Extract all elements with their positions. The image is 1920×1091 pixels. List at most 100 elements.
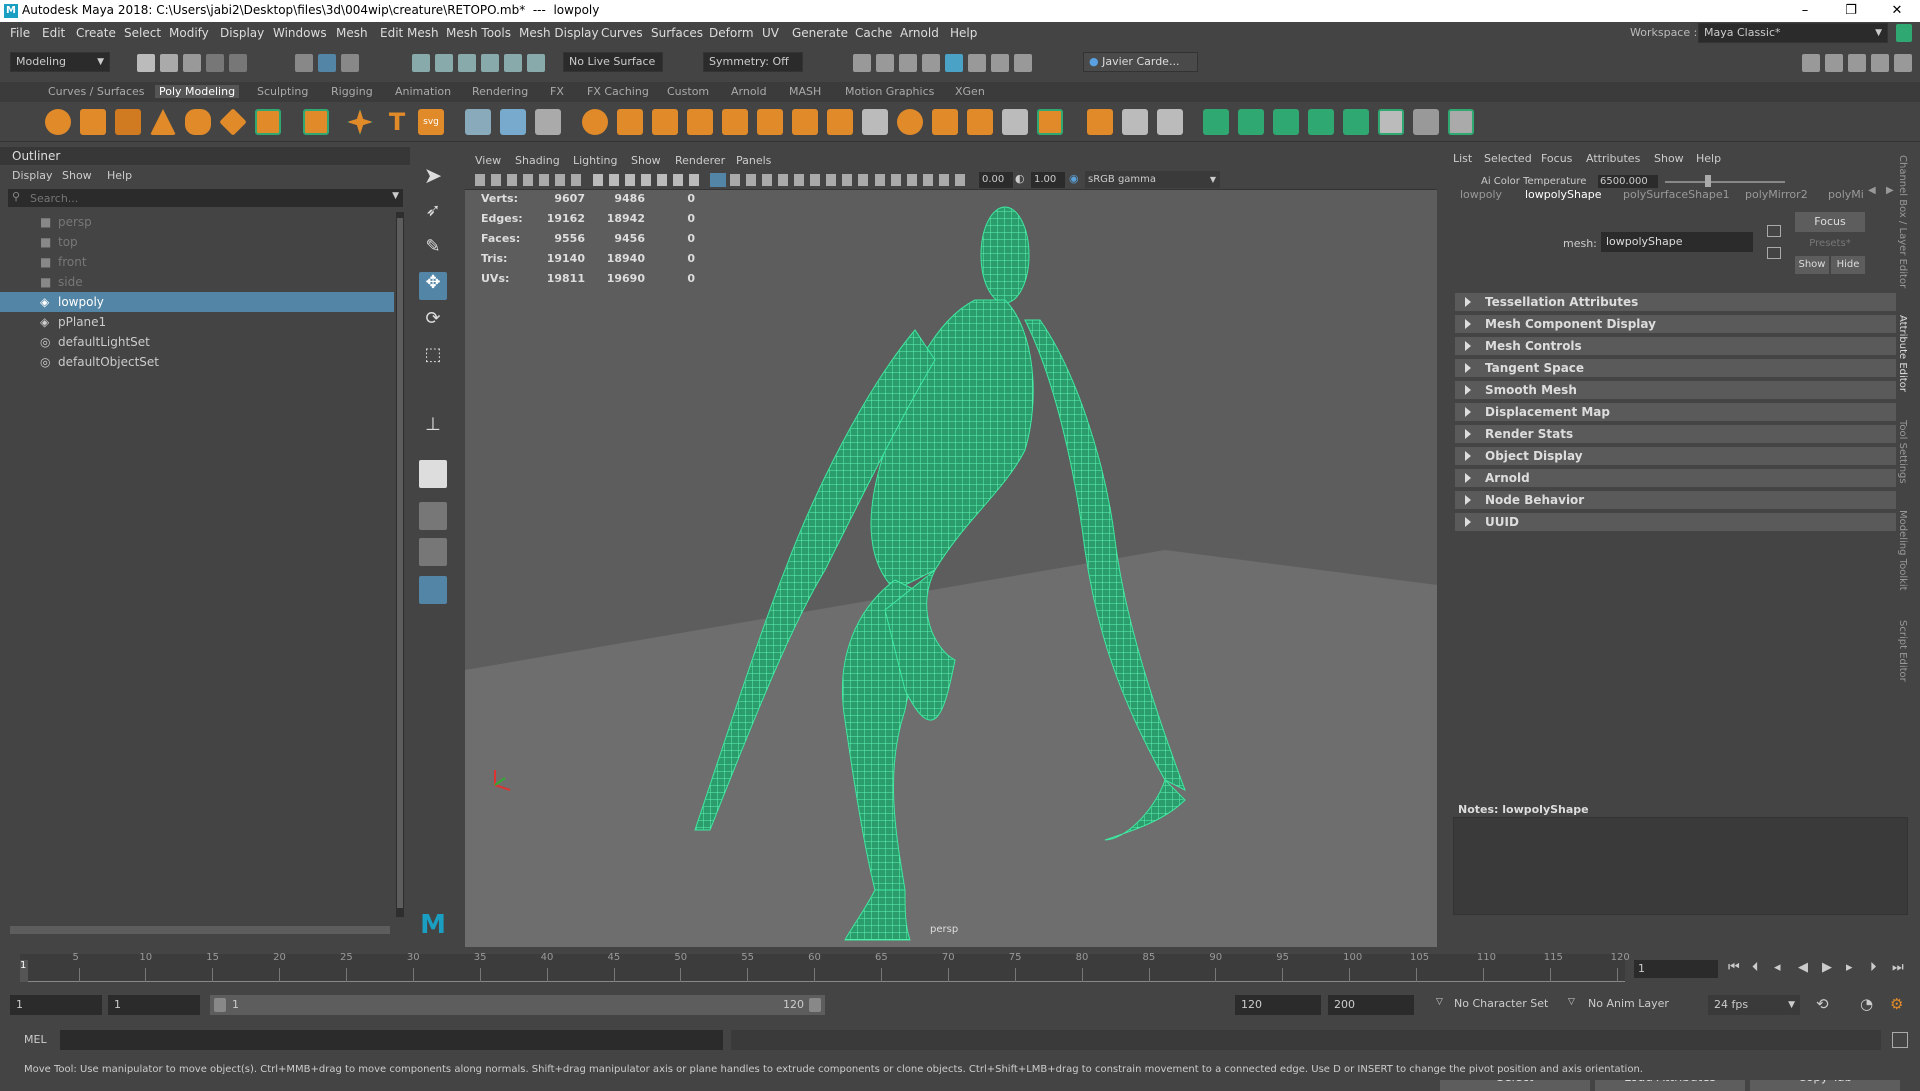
persp-outliner-layout-icon[interactable] (419, 538, 447, 566)
node-tab-polymi[interactable]: polyMi (1828, 188, 1864, 201)
mesh-name-field[interactable]: lowpolyShape (1601, 232, 1753, 252)
snap-grid-icon[interactable] (412, 54, 430, 72)
channel-box-toggle-icon[interactable] (1894, 54, 1912, 72)
bevel-icon[interactable] (687, 109, 713, 135)
menu-edit-mesh[interactable]: Edit Mesh (380, 26, 439, 40)
lock-icon[interactable] (1896, 24, 1912, 42)
notes-textarea[interactable] (1453, 817, 1908, 915)
hypershade-icon[interactable] (945, 54, 963, 72)
viewport-menu-lighting[interactable]: Lighting (573, 154, 617, 167)
redo-icon[interactable] (229, 54, 247, 72)
current-time-marker[interactable]: 1 (20, 960, 28, 982)
playback-start-field[interactable]: 1 (108, 995, 200, 1015)
uv-editor-icon[interactable] (1378, 109, 1404, 135)
menu-arnold[interactable]: Arnold (900, 26, 939, 40)
menu-select[interactable]: Select (124, 26, 161, 40)
ai-color-temp-slider[interactable] (1665, 181, 1785, 183)
section-tessellation[interactable]: Tessellation Attributes (1455, 293, 1896, 311)
persp-graph-layout-icon[interactable] (419, 576, 447, 604)
slider-handle[interactable] (1705, 175, 1711, 187)
four-view-layout-icon[interactable] (419, 502, 447, 530)
target-weld-icon[interactable] (1002, 109, 1028, 135)
playback-end-field[interactable]: 120 (1235, 995, 1321, 1015)
menu-file[interactable]: File (10, 26, 30, 40)
merge-icon[interactable] (967, 109, 993, 135)
outliner-search[interactable]: ⚲ ▼ (8, 189, 403, 207)
viewport-panel[interactable]: View Shading Lighting Show Renderer Pane… (465, 152, 1437, 947)
focus-button[interactable]: Focus (1795, 212, 1865, 232)
presets-button[interactable]: Presets* (1795, 235, 1865, 253)
lasso-tool-icon[interactable]: ➶ (419, 200, 447, 228)
node-tab-polysurfaceshape1[interactable]: polySurfaceShape1 (1623, 188, 1730, 201)
go-to-input-icon[interactable] (1767, 225, 1781, 237)
range-end-handle[interactable] (809, 998, 821, 1012)
poly-torus-icon[interactable] (185, 109, 211, 135)
step-forward-frame-icon[interactable]: ▸ (1846, 960, 1853, 975)
render-settings-icon[interactable] (922, 54, 940, 72)
character-set-select[interactable]: No Character Set (1454, 997, 1548, 1010)
current-frame-field[interactable]: 1 (1634, 960, 1718, 978)
menu-generate[interactable]: Generate (792, 26, 848, 40)
insert-edge-loop-icon[interactable] (897, 109, 923, 135)
undo-icon[interactable] (206, 54, 224, 72)
bridge-icon[interactable] (652, 109, 678, 135)
range-start-handle[interactable] (214, 998, 226, 1012)
save-scene-icon[interactable] (183, 54, 201, 72)
move-tool-icon[interactable]: ✥ (419, 272, 447, 300)
symmetry-select[interactable]: Symmetry: Off (703, 52, 803, 72)
side-tab-modeling-toolkit[interactable]: Modeling Toolkit (1897, 510, 1908, 591)
snap-point-icon[interactable] (458, 54, 476, 72)
viewport-menu-panels[interactable]: Panels (736, 154, 771, 167)
boolean-icon[interactable] (582, 109, 608, 135)
render-frame-icon[interactable] (876, 54, 894, 72)
user-account-menu[interactable]: ● Javier Carde... (1083, 52, 1198, 72)
step-forward-key-icon[interactable]: ⏵ (1870, 960, 1877, 975)
combine-icon[interactable] (465, 109, 491, 135)
outliner-menu-show[interactable]: Show (62, 169, 92, 182)
modeling-toolkit-icon[interactable] (1825, 54, 1843, 72)
section-mesh-component-display[interactable]: Mesh Component Display (1455, 315, 1896, 333)
quad-draw-icon[interactable] (1037, 109, 1063, 135)
layout-uv-icon[interactable] (1413, 109, 1439, 135)
select-object-icon[interactable] (318, 54, 336, 72)
command-input[interactable] (60, 1030, 723, 1050)
scrollbar-thumb[interactable] (397, 218, 403, 908)
side-tab-tool-settings[interactable]: Tool Settings (1897, 420, 1908, 484)
open-scene-icon[interactable] (160, 54, 178, 72)
menu-mesh-tools[interactable]: Mesh Tools (446, 26, 511, 40)
spherical-uv-icon[interactable] (1273, 109, 1299, 135)
color-space-select[interactable]: sRGB gamma ▼ (1085, 171, 1220, 188)
menu-surfaces[interactable]: Surfaces (651, 26, 703, 40)
snap-pivot-icon[interactable] (527, 54, 545, 72)
attribute-editor-toggle-icon[interactable] (1848, 54, 1866, 72)
paint-select-tool-icon[interactable]: ✎ (419, 236, 447, 264)
shelf-tab-fx[interactable]: FX (550, 85, 564, 98)
section-arnold[interactable]: Arnold (1455, 469, 1896, 487)
tool-settings-toggle-icon[interactable] (1871, 54, 1889, 72)
shelf-tab-rendering[interactable]: Rendering (472, 85, 528, 98)
maximize-button[interactable]: ❐ (1828, 0, 1874, 22)
poly-cone-icon[interactable] (150, 109, 176, 135)
menu-curves[interactable]: Curves (601, 26, 643, 40)
outliner-search-input[interactable] (30, 190, 380, 206)
planar-uv-icon[interactable] (1203, 109, 1229, 135)
preferences-icon[interactable]: ⚙ (1890, 995, 1903, 1013)
super-shape-icon[interactable] (347, 109, 373, 135)
extrude-icon[interactable] (617, 109, 643, 135)
tab-scroll-left-icon[interactable]: ◀ (1868, 185, 1876, 196)
step-back-key-icon[interactable]: ⏴ (1752, 960, 1759, 975)
edge-loop-icon[interactable] (862, 109, 888, 135)
outliner-item-front[interactable]: ■ front (0, 252, 394, 272)
shelf-tab-poly-modeling[interactable]: Poly Modeling (155, 85, 240, 98)
rotate-tool-icon[interactable]: ⟳ (419, 308, 447, 336)
exposure-field[interactable]: 0.00 (979, 172, 1013, 188)
automatic-uv-icon[interactable] (1308, 109, 1334, 135)
outliner-item-top[interactable]: ■ top (0, 232, 394, 252)
pause-render-icon[interactable] (1014, 54, 1032, 72)
section-tangent-space[interactable]: Tangent Space (1455, 359, 1896, 377)
outliner-item-pplane1[interactable]: ◈ pPlane1 (0, 312, 394, 332)
shading-toggle-icon[interactable] (730, 174, 870, 186)
poly-plane-icon[interactable] (219, 108, 247, 136)
scene-canvas[interactable] (465, 190, 1437, 947)
loop-icon[interactable]: ⟲ (1816, 995, 1829, 1013)
